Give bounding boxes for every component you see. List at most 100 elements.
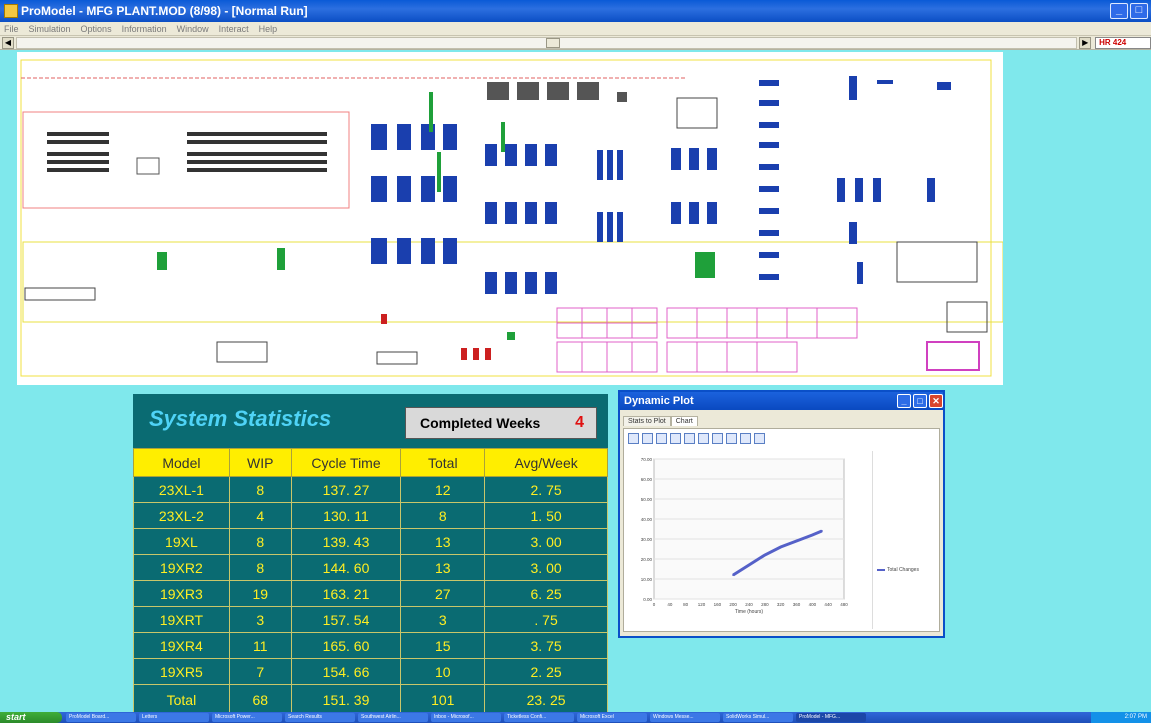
menu-window[interactable]: Window <box>177 24 209 34</box>
taskbar-item[interactable]: ProModel - MFG... <box>796 713 866 722</box>
cell-wip: 11 <box>228 632 292 659</box>
copy-icon[interactable] <box>642 433 653 444</box>
taskbar-item[interactable]: Windows Messe... <box>650 713 720 722</box>
tab-stats-to-plot[interactable]: Stats to Plot <box>623 416 671 426</box>
y-tick-label: 0.00 <box>643 597 652 602</box>
cell-model: 19XRT <box>133 606 230 633</box>
save-icon[interactable] <box>628 433 639 444</box>
col-model: Model <box>133 448 230 477</box>
legend-icon[interactable] <box>698 433 709 444</box>
plot-minimize-icon[interactable]: _ <box>897 394 911 408</box>
tools-icon[interactable] <box>754 433 765 444</box>
cell-wip: 3 <box>228 606 292 633</box>
table-row: 23XL-2 4 130. 11 8 1. 50 <box>133 502 608 529</box>
y-tick-label: 20.00 <box>641 557 653 562</box>
dynamic-plot-window[interactable]: Dynamic Plot _ □ ✕ Stats to Plot Chart 0… <box>618 390 945 638</box>
taskbar-item[interactable]: ProModel Board... <box>66 713 136 722</box>
system-statistics-title: System Statistics <box>149 406 332 431</box>
x-tick-label: 320 <box>777 602 785 607</box>
plot-background <box>653 458 845 600</box>
taskbar-item[interactable]: Search Results <box>285 713 355 722</box>
taskbar-item[interactable]: Letters <box>139 713 209 722</box>
cell-model: Total <box>133 684 230 715</box>
cell-avg-week: 3. 00 <box>484 528 608 555</box>
legend-label: Total Changes <box>887 567 919 573</box>
scroll-left-arrow-icon[interactable]: ◀ <box>2 36 14 49</box>
scroll-right-arrow-icon[interactable]: ▶ <box>1079 36 1092 49</box>
chart-type-icon[interactable] <box>656 433 667 444</box>
cell-model: 23XL-1 <box>133 476 230 503</box>
taskbar-item[interactable]: SolidWorks Simul... <box>723 713 793 722</box>
cell-wip: 19 <box>228 580 292 607</box>
menu-options[interactable]: Options <box>81 24 112 34</box>
menu-information[interactable]: Information <box>122 24 167 34</box>
menu-interact[interactable]: Interact <box>219 24 249 34</box>
zoom-icon[interactable] <box>726 433 737 444</box>
cell-cycle-time: 137. 27 <box>290 476 402 503</box>
taskbar-item[interactable]: Ticketless Confi... <box>504 713 574 722</box>
y-tick-label: 50.00 <box>641 497 653 502</box>
table-row: 19XR4 11 165. 60 15 3. 75 <box>133 632 608 659</box>
line-chart: 0.00 10.00 20.00 30.00 40.00 50.00 60.00 70.00 0… <box>641 457 849 615</box>
cell-wip: 8 <box>228 554 292 581</box>
dynamic-plot-tabs: Stats to Plot Chart <box>620 410 943 426</box>
col-total: Total <box>400 448 486 477</box>
speed-control-row: ◀ ▶ HR 424 <box>0 36 1151 50</box>
cell-wip: 4 <box>228 502 292 529</box>
plot-close-icon[interactable]: ✕ <box>929 394 943 408</box>
series-point <box>763 554 766 556</box>
cell-wip: 7 <box>228 658 292 685</box>
x-tick-label: 240 <box>745 602 753 607</box>
system-statistics-panel: System Statistics Completed Weeks 4 Mode… <box>133 394 608 715</box>
maximize-button[interactable]: □ <box>1130 3 1148 19</box>
x-tick-label: 440 <box>824 602 832 607</box>
menu-simulation[interactable]: Simulation <box>29 24 71 34</box>
plot-maximize-icon[interactable]: □ <box>913 394 927 408</box>
chart-toolbar <box>628 433 868 447</box>
cell-model: 19XR3 <box>133 580 230 607</box>
table-row: 19XL 8 139. 43 13 3. 00 <box>133 528 608 555</box>
menu-help[interactable]: Help <box>259 24 278 34</box>
taskbar-items: ProModel Board... Letters Microsoft Power.… <box>66 713 1091 722</box>
tab-chart[interactable]: Chart <box>670 416 698 426</box>
taskbar-item[interactable]: Microsoft Power... <box>212 713 282 722</box>
cell-model: 19XR4 <box>133 632 230 659</box>
table-row: 19XR3 19 163. 21 27 6. 25 <box>133 580 608 607</box>
series-point <box>795 540 798 542</box>
title-bar: ProModel - MFG PLANT.MOD (8/98) - [Norma… <box>0 0 1151 22</box>
x-axis-label: Time (hours) <box>735 609 763 615</box>
series-point <box>820 530 823 532</box>
minimize-button[interactable]: _ <box>1110 3 1128 19</box>
cell-avg-week: 1. 50 <box>484 502 608 529</box>
taskbar-item[interactable]: Inbox - Microsof... <box>431 713 501 722</box>
dynamic-plot-title-bar[interactable]: Dynamic Plot _ □ ✕ <box>620 392 943 410</box>
col-wip: WIP <box>228 448 292 477</box>
table-row: Total 68 151. 39 101 23. 25 <box>133 684 608 715</box>
x-tick-label: 80 <box>683 602 689 607</box>
series-point <box>811 534 814 536</box>
add-icon[interactable] <box>740 433 751 444</box>
taskbar-item[interactable]: Microsoft Excel <box>577 713 647 722</box>
start-button[interactable]: start <box>0 712 62 723</box>
window-title: ProModel - MFG PLANT.MOD (8/98) - [Norma… <box>21 4 308 18</box>
cell-avg-week: 6. 25 <box>484 580 608 607</box>
menu-file[interactable]: File <box>4 24 19 34</box>
cell-total: 10 <box>400 658 486 685</box>
grid-icon[interactable] <box>684 433 695 444</box>
speed-slider[interactable] <box>15 36 1078 49</box>
data-table-icon[interactable] <box>712 433 723 444</box>
speed-slider-thumb[interactable] <box>545 37 560 48</box>
x-tick-label: 120 <box>698 602 706 607</box>
legend-item: Total Changes <box>877 567 919 573</box>
cell-model: 19XR5 <box>133 658 230 685</box>
color-icon[interactable] <box>670 433 681 444</box>
y-tick-label: 60.00 <box>641 477 653 482</box>
plant-layout-canvas[interactable] <box>17 52 1003 385</box>
col-cycle-time: Cycle Time <box>290 448 402 477</box>
cell-cycle-time: 157. 54 <box>290 606 402 633</box>
x-tick-label: 160 <box>714 602 722 607</box>
taskbar-item[interactable]: Southwest Airlin... <box>358 713 428 722</box>
cell-avg-week: 2. 25 <box>484 658 608 685</box>
table-header-row: Model WIP Cycle Time Total Avg/Week <box>133 448 608 477</box>
col-avg-week: Avg/Week <box>484 448 608 477</box>
